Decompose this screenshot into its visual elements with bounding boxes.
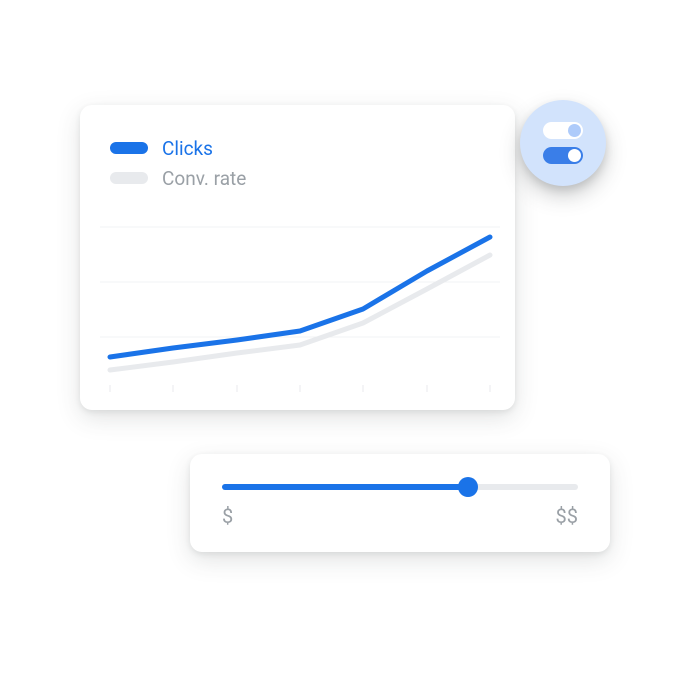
legend-swatch-icon [110, 172, 148, 184]
chart-legend: Clicks Conv. rate [110, 133, 495, 193]
line-conv-rate [110, 255, 490, 370]
legend-swatch-icon [110, 142, 148, 154]
line-chart-svg [100, 207, 500, 392]
slider-min-label: $ [222, 504, 233, 528]
toggle-switch-icon[interactable] [543, 122, 583, 139]
bid-slider-card: $ $$ [190, 454, 610, 552]
slider-track[interactable] [222, 484, 578, 490]
legend-row-conv-rate[interactable]: Conv. rate [110, 163, 495, 193]
legend-label-clicks: Clicks [162, 137, 213, 160]
toggle-switch-icon[interactable] [543, 147, 583, 164]
slider-fill [222, 484, 468, 490]
legend-label-conv-rate: Conv. rate [162, 167, 246, 190]
slider-labels: $ $$ [222, 504, 578, 528]
chart-plot [100, 207, 500, 392]
legend-row-clicks[interactable]: Clicks [110, 133, 495, 163]
settings-toggle-chip[interactable] [520, 100, 606, 186]
slider-max-label: $$ [556, 504, 578, 528]
line-clicks [110, 237, 490, 357]
chart-card: Clicks Conv. rate [80, 105, 515, 410]
slider-thumb[interactable] [458, 477, 478, 497]
